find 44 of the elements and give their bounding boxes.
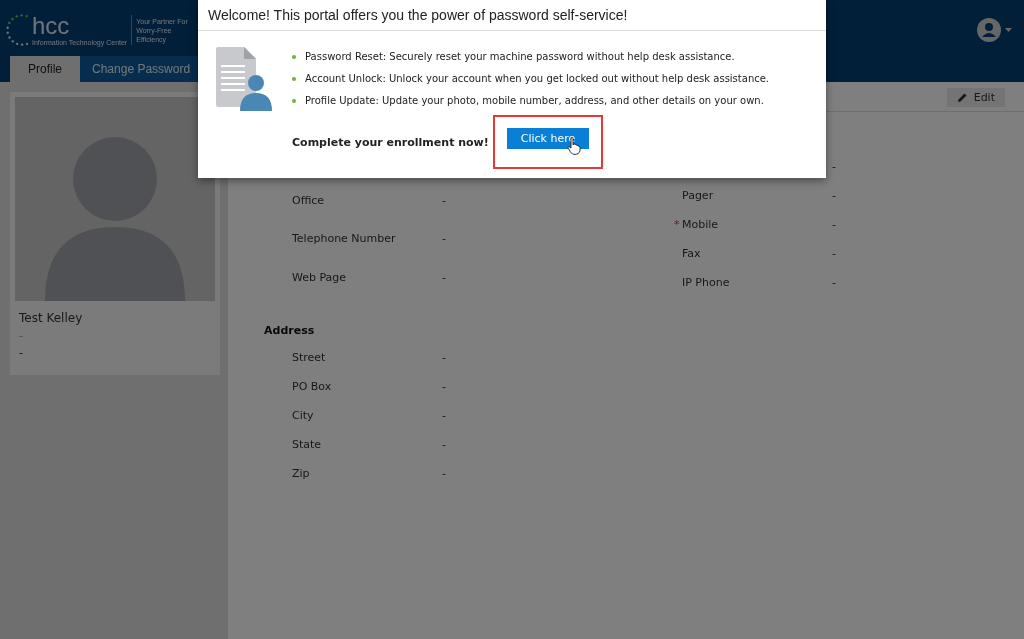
field-value: - xyxy=(832,247,837,262)
logo-wordmark: hcc xyxy=(32,13,71,38)
field-label: IP Phone xyxy=(682,276,731,291)
field-value: - xyxy=(442,271,447,287)
caret-icon[interactable] xyxy=(1005,28,1012,32)
avatar-placeholder-icon xyxy=(15,97,215,301)
field-label: Street xyxy=(292,351,327,366)
profile-detail: - xyxy=(19,329,24,342)
field-label: Web Page xyxy=(292,271,348,287)
field-value: - xyxy=(832,276,837,291)
field-label: Fax xyxy=(682,247,702,262)
field-label: Office xyxy=(292,193,326,209)
field-label: City xyxy=(292,409,315,424)
field-value: - xyxy=(832,218,837,233)
document-user-icon xyxy=(216,47,272,111)
field-label: State xyxy=(292,438,323,453)
user-avatar-icon[interactable] xyxy=(977,18,1001,42)
field-label: Zip xyxy=(292,467,311,482)
pencil-icon xyxy=(956,92,968,103)
feature-item: Profile Update: Update your photo, mobile number, address, and other details on your own. xyxy=(292,95,770,106)
field-value: - xyxy=(832,160,837,175)
field-value: - xyxy=(442,380,447,395)
tab[interactable]: Profile xyxy=(10,56,80,82)
field-value: - xyxy=(442,232,447,248)
dialog-title: Welcome! This portal offers you the power of password self-service! xyxy=(198,0,826,31)
field-value: - xyxy=(442,409,447,424)
field-label: Telephone Number xyxy=(292,232,397,248)
field-value: - xyxy=(442,193,447,209)
edit-button[interactable]: Edit xyxy=(946,88,1005,107)
enrollment-prompt: Complete your enrollment now! xyxy=(292,135,489,149)
profile-name: Test Kelley xyxy=(19,311,84,325)
section-heading: Address xyxy=(264,324,316,337)
feature-item: Account Unlock: Unlock your account when you get locked out without help desk assistance. xyxy=(292,73,770,84)
profile-detail: - xyxy=(19,346,24,359)
field-label: Pager xyxy=(682,189,715,204)
field-value: - xyxy=(442,351,447,366)
field-value: - xyxy=(832,189,837,204)
feature-item: Password Reset: Securely reset your machine password without help desk assistance. xyxy=(292,51,770,62)
dots-ring-icon xyxy=(6,12,28,48)
required-mark: * xyxy=(674,218,680,231)
field-value: - xyxy=(442,438,447,453)
field-value: - xyxy=(442,467,447,482)
field-label: PO Box xyxy=(292,380,333,395)
click-here-button[interactable]: Click here xyxy=(506,128,590,149)
